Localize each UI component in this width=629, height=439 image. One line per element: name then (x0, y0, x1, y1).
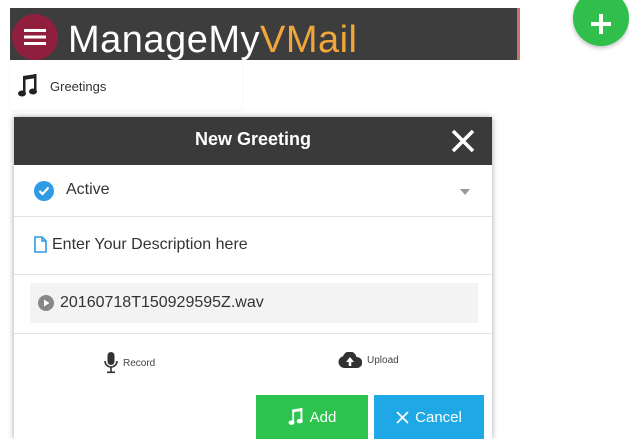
play-circle-icon[interactable] (38, 295, 54, 311)
app-header: ManageMyVMail (10, 8, 520, 61)
menu-button[interactable] (12, 14, 58, 60)
status-select[interactable]: Active (14, 165, 492, 217)
upload-button[interactable]: Upload (338, 352, 399, 368)
app-title-accent: VMail (259, 19, 358, 61)
greetings-nav-item[interactable]: Greetings (10, 62, 242, 110)
new-greeting-dialog: New Greeting Active Enter Your Descripti… (14, 117, 492, 439)
app-title-main: ManageMy (68, 19, 260, 61)
chevron-down-icon (460, 189, 470, 195)
cancel-button-label: Cancel (415, 408, 462, 426)
check-circle-icon (34, 181, 54, 201)
media-actions-row: Record Upload (14, 333, 492, 395)
audio-file-bar[interactable]: 20160718T150929595Z.wav (30, 283, 478, 323)
record-label: Record (123, 357, 156, 369)
microphone-icon (104, 352, 118, 374)
cancel-button[interactable]: Cancel (374, 395, 484, 439)
upload-label: Upload (367, 354, 399, 366)
dialog-header: New Greeting (14, 117, 492, 165)
description-input[interactable] (52, 233, 472, 257)
file-row: 20160718T150929595Z.wav (14, 275, 492, 333)
app-title: ManageMyVMail (68, 14, 358, 66)
close-icon[interactable] (450, 128, 476, 154)
document-icon (34, 236, 47, 253)
add-fab-button[interactable] (573, 0, 629, 46)
record-button[interactable]: Record (104, 352, 155, 374)
close-icon (396, 410, 409, 424)
description-row (14, 217, 492, 275)
dialog-title: New Greeting (194, 129, 312, 149)
add-button[interactable]: Add (256, 395, 368, 439)
add-button-label: Add (309, 408, 337, 426)
music-note-icon (288, 408, 303, 425)
page: ManageMyVMail Greetings New Greeting Act… (0, 0, 629, 439)
plus-icon (591, 14, 611, 34)
greetings-nav-label: Greetings (50, 78, 107, 94)
audio-file-name: 20160718T150929595Z.wav (60, 294, 264, 311)
hamburger-icon (24, 29, 46, 45)
music-note-icon (18, 74, 37, 97)
status-label: Active (66, 181, 110, 198)
cloud-upload-icon (338, 352, 362, 368)
